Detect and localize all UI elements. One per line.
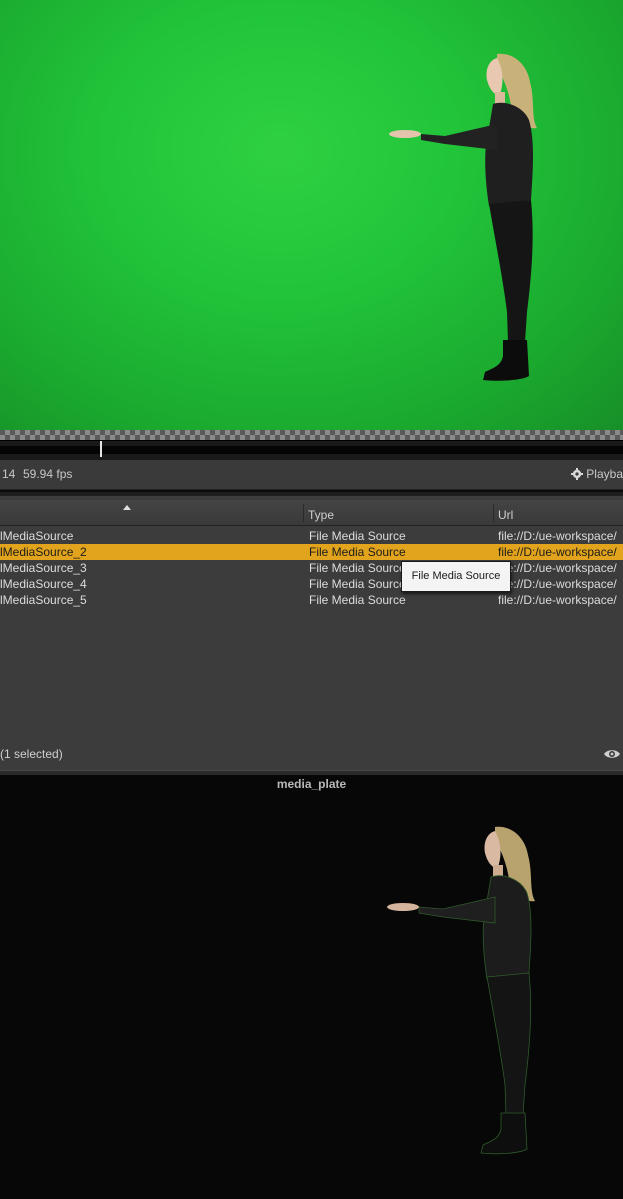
media-source-rows: lMediaSource File Media Source file://D:… bbox=[0, 528, 623, 608]
row-url: file://D:/ue-workspace/ bbox=[498, 577, 617, 591]
selection-count: (1 selected) bbox=[0, 747, 63, 761]
column-header-type[interactable]: Type bbox=[308, 508, 334, 522]
row-name: lMediaSource_2 bbox=[0, 545, 87, 559]
row-type: File Media Source bbox=[309, 545, 406, 559]
row-url: file://D:/ue-workspace/ bbox=[498, 529, 617, 543]
media-source-list-panel: Type Url lMediaSource File Media Source … bbox=[0, 492, 623, 770]
row-url: file://D:/ue-workspace/ bbox=[498, 593, 617, 607]
row-type: File Media Source bbox=[309, 561, 406, 575]
table-row[interactable]: lMediaSource_3 File Media Source file://… bbox=[0, 560, 623, 576]
row-type: File Media Source bbox=[309, 577, 406, 591]
table-row[interactable]: lMediaSource_5 File Media Source file://… bbox=[0, 592, 623, 608]
media-plate-viewport[interactable]: media_plate bbox=[0, 775, 623, 1199]
column-divider[interactable] bbox=[493, 504, 494, 522]
keyed-presenter-figure bbox=[387, 826, 535, 1155]
playback-label: Playba bbox=[586, 467, 623, 481]
row-url: file://D:/ue-workspace/ bbox=[498, 545, 617, 559]
row-name: lMediaSource_3 bbox=[0, 561, 87, 575]
row-name: lMediaSource bbox=[0, 529, 74, 543]
scrub-track[interactable] bbox=[0, 446, 623, 454]
column-divider[interactable] bbox=[303, 504, 304, 522]
list-footer: (1 selected) bbox=[0, 742, 623, 766]
gear-icon bbox=[571, 468, 584, 480]
alpha-checker-strip bbox=[0, 430, 623, 440]
plate-title: media_plate bbox=[276, 777, 347, 791]
playback-settings-button[interactable]: Playba bbox=[571, 467, 623, 481]
list-header: Type Url bbox=[0, 500, 623, 526]
presenter-figure bbox=[389, 53, 537, 381]
table-row[interactable]: lMediaSource_4 File Media Source file://… bbox=[0, 576, 623, 592]
row-name: lMediaSource_5 bbox=[0, 593, 87, 607]
playhead[interactable] bbox=[100, 441, 102, 457]
frame-counter: 14 bbox=[2, 467, 16, 481]
playback-status-bar: 14 59.94 fps Playba bbox=[0, 460, 623, 490]
row-name: lMediaSource_4 bbox=[0, 577, 87, 591]
fps-readout: 59.94 fps bbox=[23, 467, 73, 481]
row-url: file://D:/ue-workspace/ bbox=[498, 561, 617, 575]
table-row-selected[interactable]: lMediaSource_2 File Media Source file://… bbox=[0, 544, 623, 560]
sort-ascending-icon[interactable] bbox=[123, 505, 131, 510]
table-row[interactable]: lMediaSource File Media Source file://D:… bbox=[0, 528, 623, 544]
video-preview-viewport[interactable] bbox=[0, 0, 623, 430]
column-header-url[interactable]: Url bbox=[498, 508, 513, 522]
timeline-scrubber[interactable] bbox=[0, 440, 623, 460]
row-type: File Media Source bbox=[309, 593, 406, 607]
eye-icon[interactable] bbox=[603, 748, 621, 760]
hover-tooltip: File Media Source bbox=[401, 561, 511, 592]
row-type: File Media Source bbox=[309, 529, 406, 543]
